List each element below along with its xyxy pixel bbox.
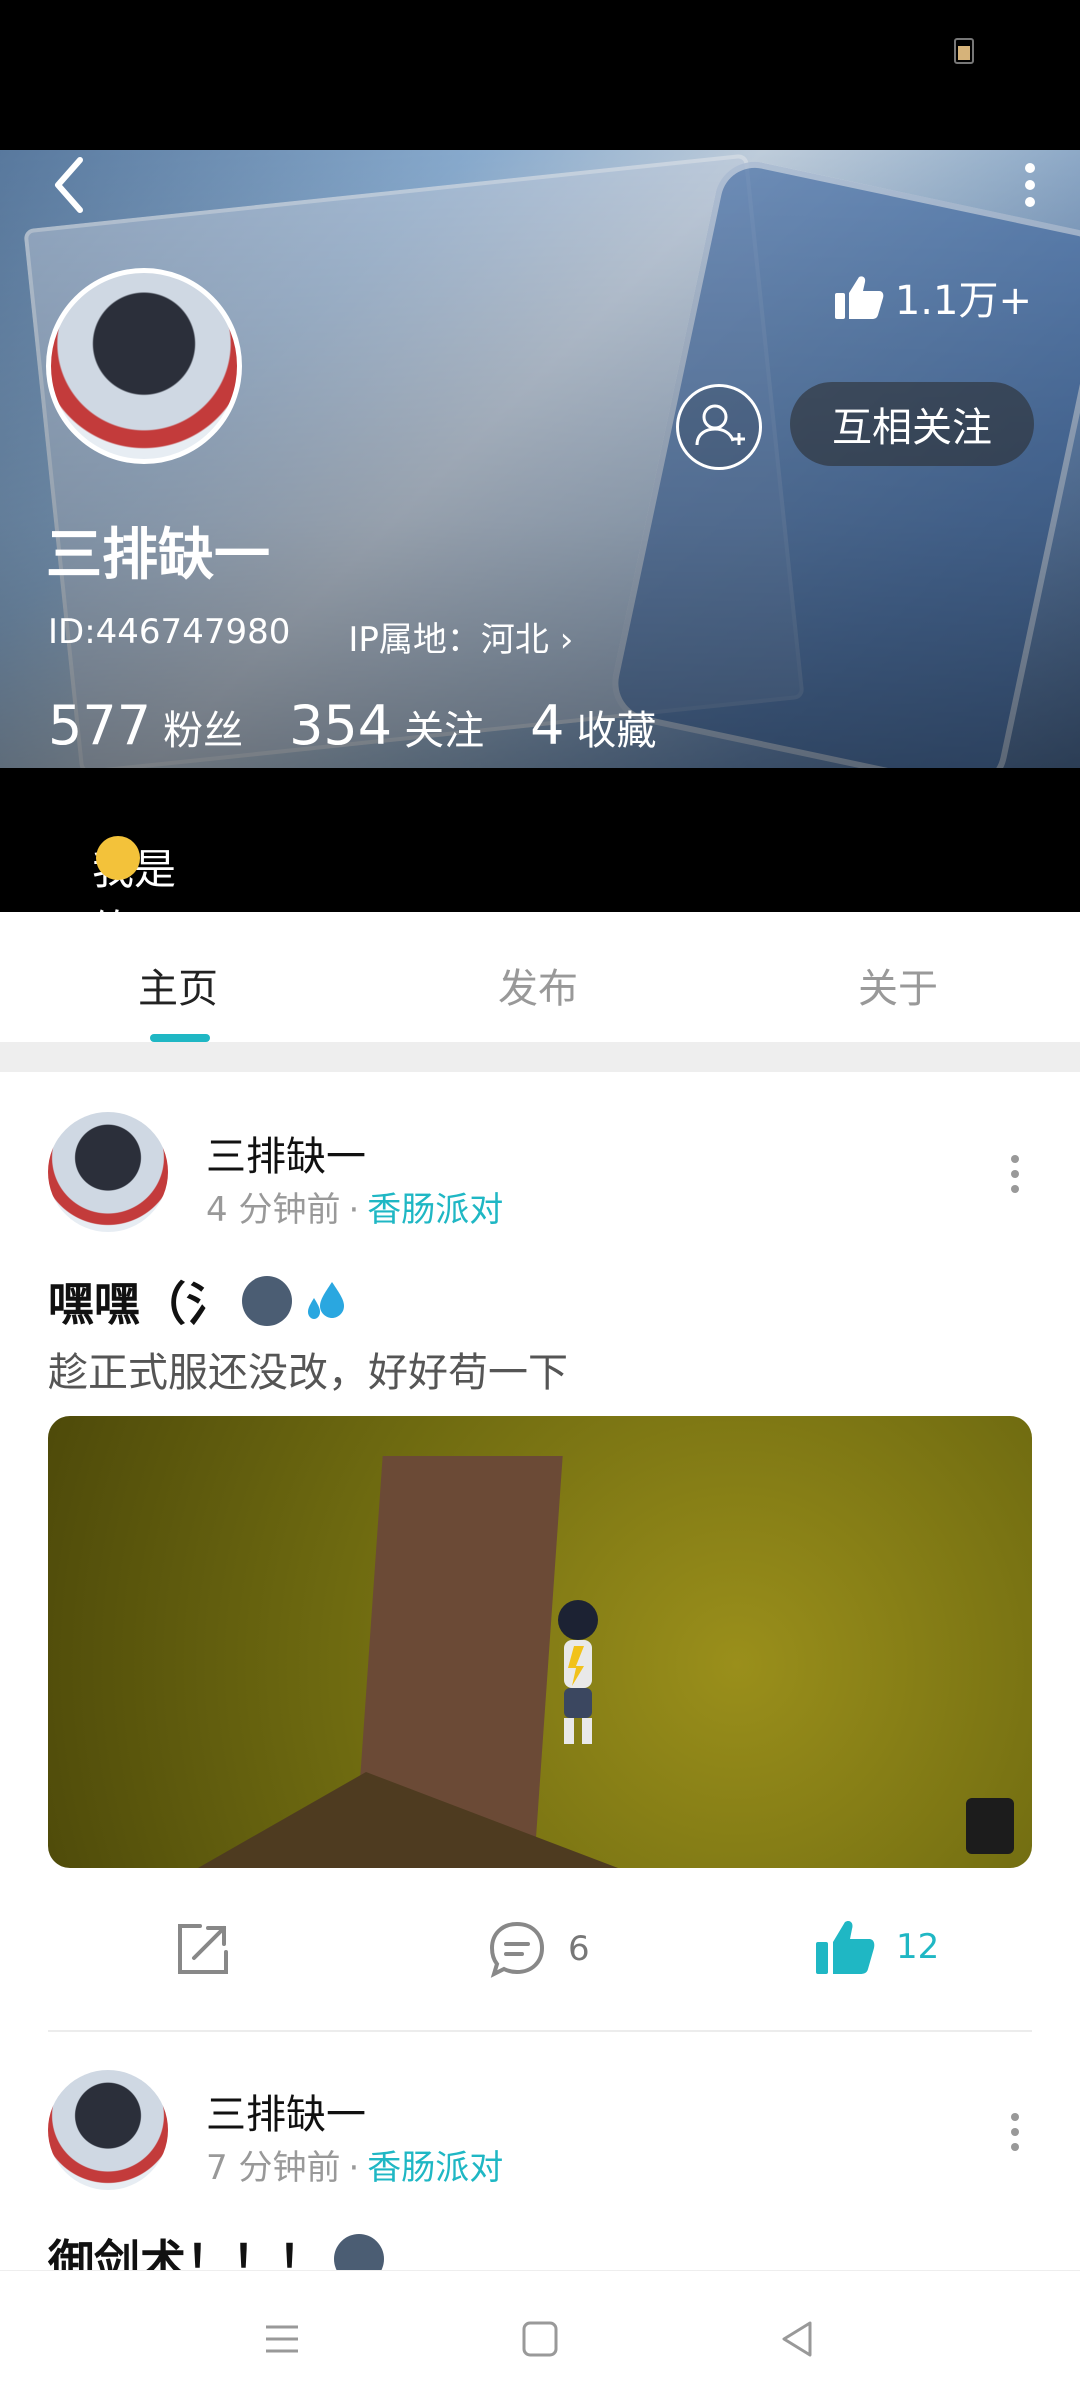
favorites-stat[interactable]: 4 收藏: [530, 694, 656, 757]
post-actions: 6 12: [0, 1900, 1080, 2000]
post-meta: 4 分钟前 · 香肠派对: [206, 1190, 504, 1230]
post-author-avatar[interactable]: [48, 1112, 168, 1232]
post-time: 7 分钟前: [206, 2148, 341, 2188]
thumbs-up-icon: [816, 1920, 875, 1974]
more-options-icon[interactable]: [1010, 160, 1050, 210]
post-more-icon[interactable]: [1010, 2112, 1020, 2152]
comment-icon: [489, 1921, 545, 1978]
battery-icon: [954, 38, 974, 64]
game-character-figure: [558, 1600, 598, 1744]
comment-button[interactable]: 6: [486, 1918, 590, 1980]
thumbs-up-icon: [834, 276, 884, 319]
menu-icon[interactable]: [260, 2317, 304, 2361]
profile-avatar[interactable]: [46, 268, 242, 464]
fans-stat[interactable]: 577 粉丝: [48, 694, 243, 757]
user-id: ID:446747980: [48, 612, 291, 652]
add-user-icon: [695, 404, 745, 446]
like-button[interactable]: 12: [814, 1918, 939, 1976]
post-author-name[interactable]: 三排缺一: [206, 2082, 366, 2140]
post-divider: [48, 2030, 1032, 2032]
post-more-icon[interactable]: [1010, 1154, 1020, 1194]
home-square-icon[interactable]: [518, 2317, 562, 2361]
back-triangle-icon[interactable]: [776, 2317, 820, 2361]
following-stat[interactable]: 354 关注: [289, 694, 484, 757]
post-time: 4 分钟前: [206, 1190, 341, 1230]
tab-home[interactable]: 主页: [138, 956, 218, 1014]
post-meta: 7 分钟前 · 香肠派对: [206, 2148, 504, 2188]
share-icon: [178, 1924, 228, 1974]
back-arrow-icon[interactable]: [40, 150, 100, 220]
sweat-droplets-icon: [308, 1282, 344, 1319]
profile-bio: 我是练习时长两年半的三排缺（）ikun（: [0, 768, 1080, 1431]
comment-count: 6: [568, 1929, 590, 1969]
game-logo-watermark: [966, 1798, 1014, 1854]
post-title: 嘿嘿（氵: [48, 1268, 352, 1334]
moon-face-emoji-icon: [242, 1276, 292, 1326]
post-channel[interactable]: 香肠派对: [367, 2148, 503, 2188]
system-navigation-bar: [0, 2270, 1080, 2401]
mutual-follow-button[interactable]: 互相关注: [790, 382, 1034, 466]
share-button[interactable]: [172, 1918, 234, 1980]
profile-tabs: 主页 发布 关于: [0, 912, 1080, 1044]
post-channel[interactable]: 香肠派对: [367, 1190, 503, 1230]
likes-count: 1.1万+: [894, 278, 1032, 324]
profile-id-line: ID:446747980 IP属地：河北 ›: [48, 612, 573, 661]
tab-active-indicator: [150, 1034, 210, 1042]
profile-stats: 577 粉丝 354 关注 4 收藏: [48, 694, 657, 757]
profile-likes: 1.1万+: [833, 268, 1032, 326]
post-image[interactable]: [48, 1416, 1032, 1868]
tab-posts[interactable]: 发布: [498, 956, 578, 1014]
profile-username: 三排缺一: [46, 523, 270, 588]
smile-emoji-icon: [96, 836, 140, 880]
post-body: 趁正式服还没改，好好苟一下: [48, 1350, 568, 1396]
add-friend-button[interactable]: [676, 384, 762, 470]
post-author-avatar[interactable]: [48, 2070, 168, 2190]
tab-about[interactable]: 关于: [858, 956, 938, 1014]
ip-location-link[interactable]: IP属地：河北 ›: [348, 612, 573, 661]
post-author-name[interactable]: 三排缺一: [206, 1124, 366, 1182]
section-divider: [0, 1042, 1080, 1072]
status-bar: [0, 0, 1080, 150]
like-count: 12: [896, 1927, 940, 1967]
